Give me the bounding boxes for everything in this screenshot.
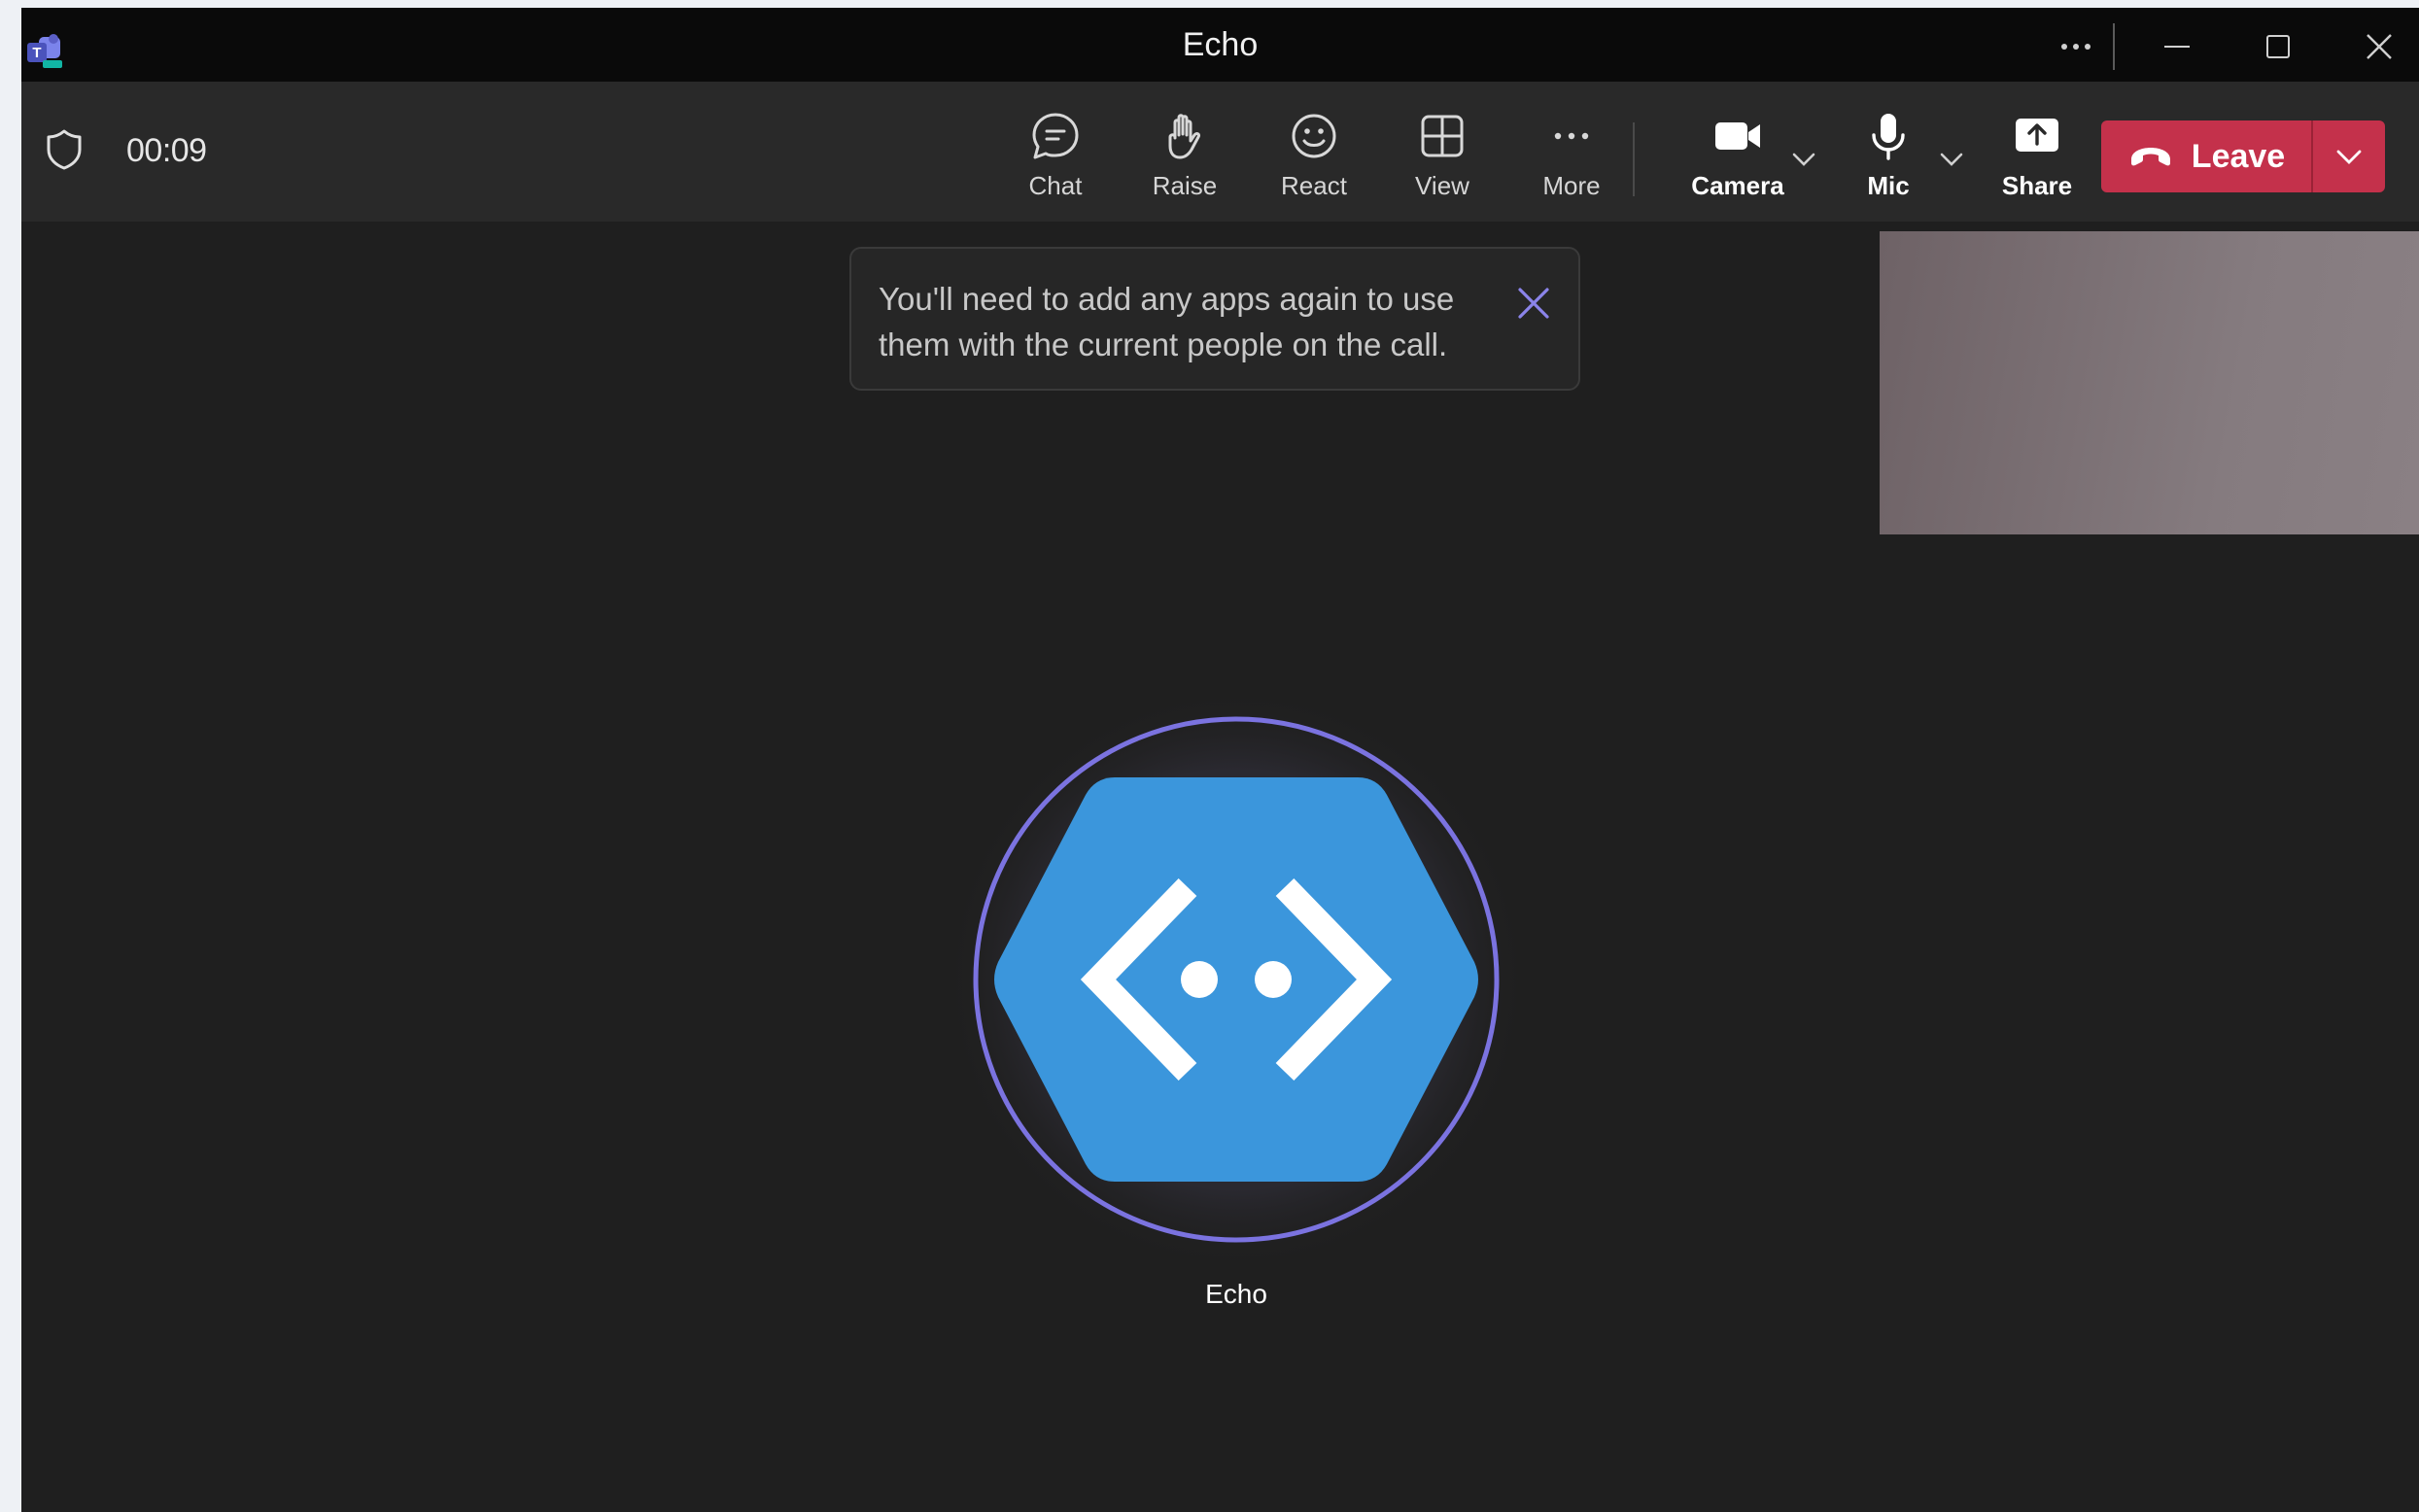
smiley-icon [1292,114,1336,158]
camera-options-chevron-icon[interactable] [1790,150,1817,169]
more-label: More [1542,171,1601,200]
camera-icon [1715,122,1760,150]
chat-label: Chat [1028,171,1083,200]
ellipsis-icon [2061,44,2091,50]
echo-bot-icon [945,688,1528,1271]
chat-icon [1032,113,1079,159]
grid-icon [1421,115,1464,157]
participant-name: Echo [1205,1279,1267,1309]
maximize-button[interactable] [2249,25,2307,68]
raise-label: Raise [1152,171,1218,200]
window-more-button[interactable] [2047,25,2105,68]
leave-label: Leave [2191,137,2286,175]
raise-hand-button[interactable]: Raise [1126,111,1243,208]
self-video-preview[interactable] [1880,231,2419,534]
close-window-button[interactable] [2350,25,2408,68]
notification-text: You'll need to add any apps again to use… [879,281,1455,362]
share-button[interactable]: Share [1979,111,2095,208]
minimize-icon [2164,46,2190,48]
hang-up-icon [2130,148,2170,166]
desktop-background [0,0,21,1512]
close-icon [2367,34,2392,59]
hand-icon [1168,114,1200,159]
leave-options-button[interactable] [2313,120,2385,192]
ellipsis-icon [1554,132,1589,140]
close-icon[interactable] [1514,284,1553,323]
chat-button[interactable]: Chat [997,111,1114,208]
desktop-background-top [0,0,2419,8]
chevron-down-icon [2336,150,2362,164]
mic-options-chevron-icon[interactable] [1938,150,1965,169]
react-button[interactable]: React [1256,111,1372,208]
mic-icon [1872,114,1905,160]
shield-icon[interactable] [45,128,84,171]
minimize-button[interactable] [2148,25,2206,68]
maximize-icon [2266,35,2290,58]
view-label: View [1415,171,1469,200]
teams-call-window: T Echo 00:09 Chat Raise React View More … [21,8,2419,1512]
camera-button[interactable]: Camera [1679,111,1796,208]
participant-avatar [945,688,1528,1271]
title-bar-separator [2113,23,2115,70]
call-toolbar: 00:09 Chat Raise React View More Camera … [21,82,2419,222]
title-bar: T Echo [21,8,2419,82]
more-button[interactable]: More [1513,111,1630,208]
view-button[interactable]: View [1384,111,1501,208]
camera-label: Camera [1691,171,1784,200]
mic-button[interactable]: Mic [1830,111,1947,208]
react-label: React [1281,171,1347,200]
leave-button[interactable]: Leave [2101,120,2311,192]
share-label: Share [2001,171,2073,200]
call-timer: 00:09 [126,132,207,169]
toolbar-separator [1633,122,1635,196]
share-icon [2016,119,2058,152]
apps-notification: You'll need to add any apps again to use… [849,247,1580,391]
leave-button-group: Leave [2101,120,2385,192]
mic-label: Mic [1867,171,1910,200]
